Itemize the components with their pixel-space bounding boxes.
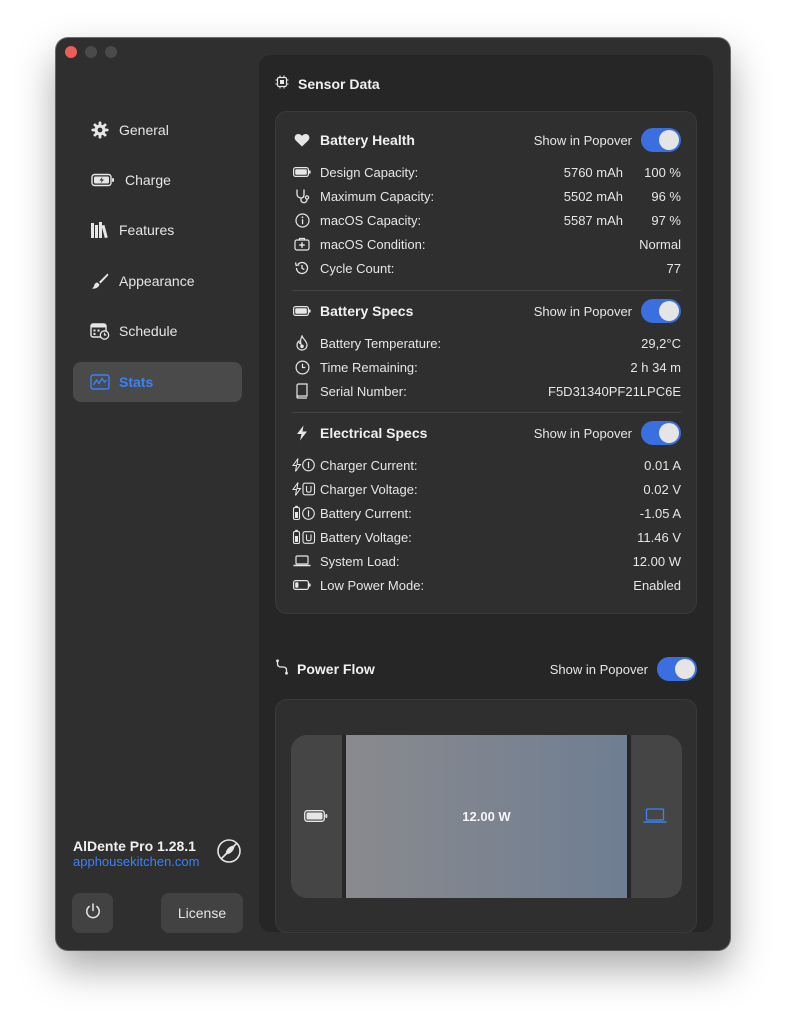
info-circle-icon <box>292 210 312 230</box>
list-item: macOS Condition: Normal <box>292 234 681 254</box>
power-flow-diagram: 12.00 W <box>291 735 682 898</box>
main-panel: Sensor Data Battery Health Show in Popov… <box>259 55 713 933</box>
history-icon <box>292 258 312 278</box>
laptop-icon <box>292 551 312 571</box>
battery-icon <box>303 805 329 827</box>
medical-kit-icon <box>292 234 312 254</box>
show-in-popover-label: Show in Popover <box>533 425 632 441</box>
group-title: Battery Specs <box>320 303 414 319</box>
list-item: Time Remaining: 2 h 34 m <box>292 357 681 377</box>
power-flow-card: 12.00 W <box>275 699 697 933</box>
books-icon <box>90 220 110 240</box>
list-item: Battery Temperature: 29,2°C <box>292 333 681 353</box>
sidebar-item-charge[interactable]: Charge <box>73 160 242 200</box>
list-item: Charger Current: 0.01 A <box>292 455 681 475</box>
sidebar-item-general[interactable]: General <box>73 110 242 150</box>
battery-specs-header: Battery Specs Show in Popover <box>292 299 681 323</box>
sensor-data-card: Battery Health Show in Popover Design Ca… <box>275 111 697 614</box>
divider <box>292 412 681 413</box>
clock-icon <box>292 357 312 377</box>
sidebar-item-label: Charge <box>125 172 171 188</box>
list-item: System Load: 12.00 W <box>292 551 681 571</box>
battery-voltage-icon <box>292 527 316 547</box>
power-flow-header: Power Flow Show in Popover <box>275 657 697 681</box>
bolt-icon <box>292 423 312 443</box>
sidebar-item-label: General <box>119 122 169 138</box>
electrical-specs-header: Electrical Specs Show in Popover <box>292 421 681 445</box>
battery-current-icon <box>292 503 316 523</box>
sidebar-item-appearance[interactable]: Appearance <box>73 261 242 301</box>
show-in-popover-label: Show in Popover <box>533 303 632 319</box>
sidebar-item-stats[interactable]: Stats <box>73 362 242 402</box>
list-item: Battery Voltage: 11.46 V <box>292 527 681 547</box>
flame-icon <box>292 333 312 353</box>
rocket-icon[interactable] <box>216 838 242 864</box>
chart-icon <box>90 372 110 392</box>
sensor-data-header: Sensor Data <box>275 75 380 92</box>
battery-low-icon <box>292 575 312 595</box>
website-link[interactable]: apphousekitchen.com <box>73 854 199 869</box>
calendar-clock-icon <box>90 321 110 341</box>
battery-health-popover-toggle[interactable] <box>641 128 681 152</box>
book-icon <box>292 381 312 401</box>
app-window: General Charge Features Appearance Sched… <box>56 38 730 950</box>
battery-icon <box>292 301 312 321</box>
power-flow-popover-toggle[interactable] <box>657 657 697 681</box>
list-item: Battery Current: -1.05 A <box>292 503 681 523</box>
sidebar-item-features[interactable]: Features <box>73 210 242 250</box>
charger-voltage-icon <box>292 479 316 499</box>
show-in-popover-label: Show in Popover <box>549 661 648 677</box>
app-version: AlDente Pro 1.28.1 <box>73 838 196 854</box>
sidebar-item-schedule[interactable]: Schedule <box>73 311 242 351</box>
sidebar-item-label: Appearance <box>119 273 195 289</box>
battery-health-header: Battery Health Show in Popover <box>292 128 681 152</box>
quit-button[interactable] <box>72 893 113 933</box>
list-item: Design Capacity: 5760 mAh 100 % <box>292 162 681 182</box>
license-button[interactable]: License <box>161 893 243 933</box>
section-title: Power Flow <box>297 661 375 677</box>
divider <box>292 290 681 291</box>
list-item: macOS Capacity: 5587 mAh 97 % <box>292 210 681 230</box>
charger-current-icon <box>292 455 316 475</box>
sidebar-item-label: Features <box>119 222 175 238</box>
paintbrush-icon <box>90 271 110 291</box>
power-icon <box>84 902 102 925</box>
list-item: Cycle Count: 77 <box>292 258 681 278</box>
group-title: Electrical Specs <box>320 425 428 441</box>
divider <box>627 735 631 898</box>
list-item: Charger Voltage: 0.02 V <box>292 479 681 499</box>
stethoscope-icon <box>292 186 312 206</box>
chip-icon <box>275 75 289 92</box>
gear-icon <box>90 120 110 140</box>
section-title: Sensor Data <box>298 75 380 92</box>
sidebar-item-label: Stats <box>119 374 154 390</box>
list-item: Low Power Mode: Enabled <box>292 575 681 595</box>
laptop-icon <box>641 805 669 827</box>
power-flow-value: 12.00 W <box>346 735 627 898</box>
cable-icon <box>275 658 289 680</box>
battery-charging-icon <box>90 170 116 190</box>
show-in-popover-label: Show in Popover <box>533 132 632 148</box>
battery-full-icon <box>292 162 312 182</box>
heart-icon <box>292 130 312 150</box>
list-item: Maximum Capacity: 5502 mAh 96 % <box>292 186 681 206</box>
sidebar: General Charge Features Appearance Sched… <box>56 38 259 950</box>
list-item: Serial Number: F5D31340PF21LPC6E <box>292 381 681 401</box>
sidebar-item-label: Schedule <box>119 323 178 339</box>
electrical-specs-popover-toggle[interactable] <box>641 421 681 445</box>
battery-specs-popover-toggle[interactable] <box>641 299 681 323</box>
group-title: Battery Health <box>320 132 415 148</box>
